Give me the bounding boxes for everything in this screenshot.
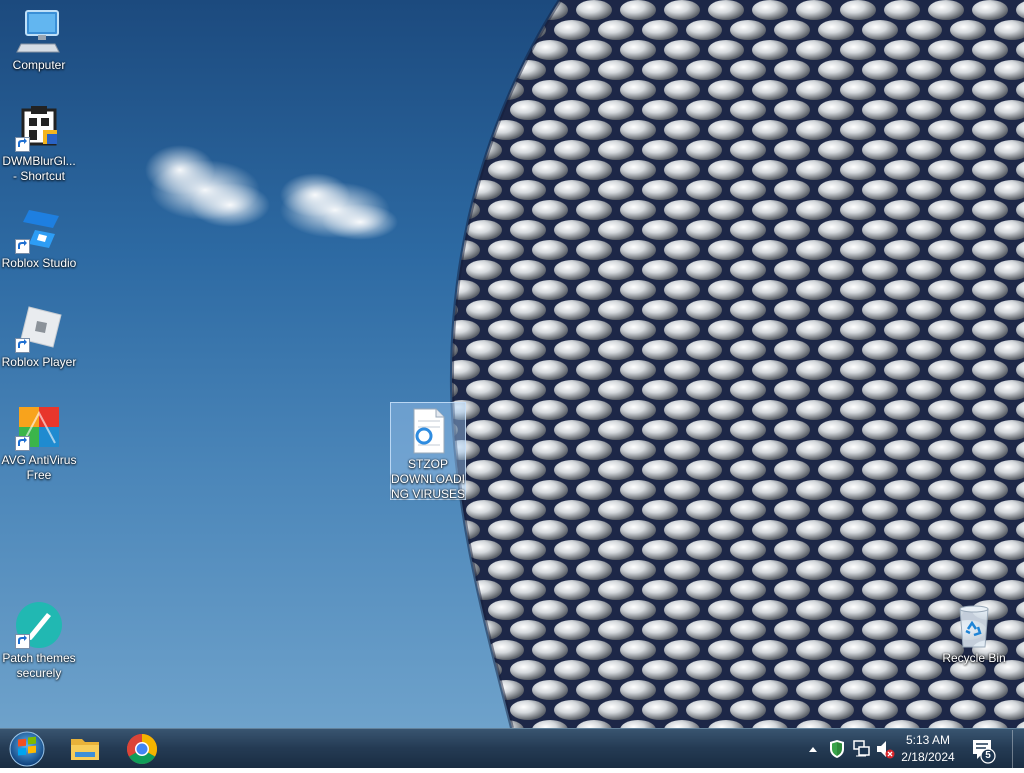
recycle-bin-icon[interactable]: Recycle Bin [936, 601, 1012, 666]
shortcut-arrow-icon [15, 239, 30, 254]
icon-label: Recycle Bin [942, 651, 1006, 665]
shortcut-arrow-icon [15, 137, 30, 152]
patch-themes-icon[interactable]: Patch themes securely [1, 601, 77, 681]
action-center-button[interactable]: 5 [966, 730, 1000, 768]
computer-desktop-icon[interactable]: Computer [1, 8, 77, 73]
volume-tray-button[interactable] [874, 730, 896, 768]
icon-label: Roblox Player [1, 355, 77, 369]
desktop[interactable]: Computer DWMBlurGl... - Shortcut Roblox … [0, 0, 1024, 728]
start-orb-icon [9, 731, 45, 767]
chrome-icon [126, 734, 158, 765]
icon-label: DWMBlurGl... - Shortcut [2, 154, 76, 183]
icon-label: Computer [12, 58, 66, 72]
icon-label: Roblox Studio [1, 256, 77, 270]
chevron-up-icon [809, 747, 817, 752]
roblox-player-icon[interactable]: Roblox Player [1, 305, 77, 370]
dwmblurglass-shortcut-icon[interactable]: DWMBlurGl... - Shortcut [1, 104, 77, 184]
roblox-studio-icon[interactable]: Roblox Studio [1, 206, 77, 271]
computer-icon [16, 10, 60, 53]
icon-label: AVG AntiVirus Free [1, 453, 77, 482]
network-icon [853, 740, 870, 757]
shield-icon [830, 740, 844, 758]
network-tray-button[interactable] [850, 730, 872, 768]
file-explorer-icon [71, 739, 99, 760]
icon-label: Patch themes securely [2, 651, 76, 680]
recycle-bin-graphic-icon [959, 605, 989, 648]
stzop-file-icon[interactable]: STZOP DOWNLOADING VIRUSES [390, 402, 466, 501]
show-desktop-button[interactable] [1012, 730, 1024, 768]
notification-icon [973, 740, 996, 764]
clock-button[interactable]: 5:13 AM 2/18/2024 [896, 730, 960, 768]
cloud-left [145, 145, 270, 227]
clock-time: 5:13 AM [905, 733, 951, 747]
text-document-icon [413, 408, 445, 454]
shortcut-arrow-icon [15, 634, 30, 649]
clock-date: 2/18/2024 [901, 750, 955, 764]
chrome-button[interactable] [116, 730, 168, 768]
taskbar: 5:13 AM 2/18/2024 5 [0, 728, 1024, 768]
volume-muted-icon [877, 741, 895, 759]
security-tray-button[interactable] [826, 730, 848, 768]
shortcut-arrow-icon [15, 338, 30, 353]
file-explorer-button[interactable] [60, 730, 110, 768]
icon-label: STZOP DOWNLOADING VIRUSES [391, 457, 466, 501]
shortcut-arrow-icon [15, 436, 30, 451]
cloud-right [280, 173, 398, 240]
start-button[interactable] [4, 730, 50, 768]
avg-antivirus-icon[interactable]: AVG AntiVirus Free [1, 403, 77, 483]
show-hidden-icons-button[interactable] [804, 730, 822, 768]
wallpaper [145, 0, 1024, 728]
notification-count-badge: 5 [985, 750, 991, 761]
